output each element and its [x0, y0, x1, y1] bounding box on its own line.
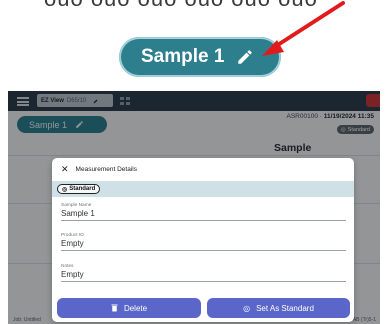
device-screen: EZ View D65/10 Sample 1 ASR00100 · 11/19…: [8, 91, 380, 324]
set-as-standard-button[interactable]: ◎ Set As Standard: [207, 298, 350, 318]
field-value: Sample 1: [61, 209, 95, 218]
delete-button[interactable]: Delete: [57, 298, 201, 318]
red-arrow-icon: [262, 1, 345, 56]
field-value: Empty: [61, 239, 84, 248]
dialog-header: ✕ Measurement Details: [52, 158, 354, 180]
close-icon[interactable]: ✕: [61, 164, 69, 175]
field-label: Notes: [61, 264, 74, 269]
standard-chip[interactable]: ◎ Standard: [57, 184, 101, 194]
target-icon: ◎: [62, 186, 68, 193]
product-id-field[interactable]: Product ID Empty: [61, 233, 346, 251]
measurement-details-dialog: ✕ Measurement Details ◎ Standard Sample …: [52, 158, 354, 322]
trash-icon: [111, 304, 118, 312]
field-label: Sample Name: [61, 203, 92, 208]
sample-name-field[interactable]: Sample Name Sample 1: [61, 203, 346, 221]
target-icon: ◎: [243, 303, 251, 313]
dialog-title: Measurement Details: [75, 165, 137, 173]
delete-label: Delete: [123, 303, 148, 313]
field-label: Product ID: [61, 233, 84, 238]
standard-row: ◎ Standard: [52, 181, 354, 197]
zoom-callout: ouo ouo ouo ouo ouo ouo Sample 1: [0, 0, 386, 90]
notes-field[interactable]: Notes Empty: [61, 264, 346, 282]
standard-chip-label: Standard: [69, 186, 96, 192]
field-value: Empty: [61, 270, 84, 279]
set-as-standard-label: Set As Standard: [256, 303, 314, 313]
